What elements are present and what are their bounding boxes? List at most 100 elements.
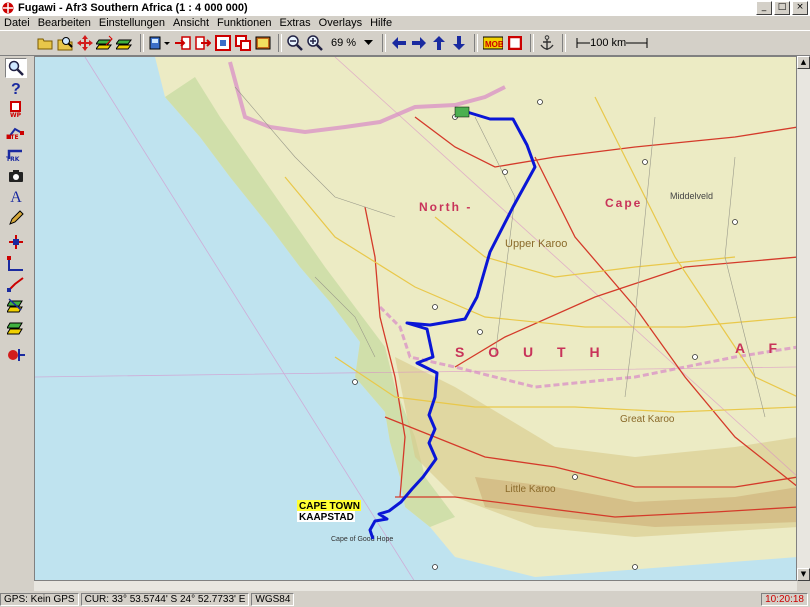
menu-datei[interactable]: Datei — [0, 17, 34, 29]
zoom-in-button[interactable] — [306, 34, 324, 52]
mob-icon: MOB — [483, 36, 504, 50]
menu-extras[interactable]: Extras — [275, 17, 314, 29]
folder-icon — [37, 38, 53, 50]
left-tool-palette: ? WP RTE TRK A — [0, 56, 34, 586]
menu-overlays[interactable]: Overlays — [315, 17, 366, 29]
position-dot-icon — [8, 349, 25, 361]
arrow-into-box-icon — [175, 36, 191, 50]
layers-alt-icon — [7, 322, 23, 335]
pan-down-button[interactable] — [450, 34, 468, 52]
route-edit-tool-button[interactable] — [5, 254, 27, 274]
layers-yellow-icon — [96, 35, 113, 50]
menu-ansicht[interactable]: Ansicht — [169, 17, 213, 29]
zoom-out-icon — [287, 35, 303, 51]
cursor-position: CUR: 33° 53.5744' S 24° 52.7733' E — [80, 592, 250, 606]
map-label-great-karoo: Great Karoo — [620, 414, 675, 425]
map-label-upper-karoo: Upper Karoo — [505, 238, 567, 250]
layer-edit-tool-button[interactable] — [5, 318, 27, 338]
zoom-select[interactable]: 69 % — [328, 35, 376, 51]
layers-green-icon — [116, 39, 132, 50]
map-label-north: North - — [419, 200, 472, 214]
window-frame-button[interactable] — [214, 34, 232, 52]
window-title: Fugawi - Afr3 Southern Africa (1 : 4 000… — [18, 2, 248, 14]
main-toolbar: 69 % MOB 100 km — [0, 30, 810, 56]
map-image-icon — [255, 36, 271, 50]
horizontal-scrollbar[interactable] — [34, 581, 797, 591]
map-label-little-karoo: Little Karoo — [505, 484, 556, 495]
scale-label: 100 km — [590, 37, 627, 49]
minimize-button[interactable]: _ — [756, 1, 772, 15]
anchor-button[interactable] — [538, 34, 556, 52]
menu-hilfe[interactable]: Hilfe — [366, 17, 396, 29]
arrow-out-box-icon — [195, 36, 211, 50]
maximize-button[interactable]: □ — [774, 1, 790, 15]
frame-icon — [215, 35, 231, 51]
red-square-icon — [508, 36, 523, 50]
zoom-in-icon — [307, 35, 323, 51]
route-layer-button[interactable] — [116, 34, 134, 52]
mob-button[interactable]: MOB — [482, 34, 504, 52]
map-label-cape-good-hope: Cape of Good Hope — [331, 536, 393, 543]
svg-text:MOB: MOB — [485, 40, 503, 49]
position-tool-button[interactable] — [5, 344, 27, 364]
pan-left-button[interactable] — [390, 34, 408, 52]
gps-device-icon — [149, 36, 170, 50]
arrow-up-icon — [433, 36, 446, 50]
map-label-cape: Cape — [605, 196, 642, 210]
transfer-from-gps-button[interactable] — [194, 34, 212, 52]
map-canvas[interactable]: North - Cape Upper Karoo S O U T H A F M… — [34, 56, 797, 581]
stop-button[interactable] — [506, 34, 524, 52]
scroll-up-arrow[interactable]: ▲ — [797, 56, 810, 69]
status-bar: GPS: Kein GPS CUR: 33° 53.5744' S 24° 52… — [0, 591, 810, 607]
pan-right-button[interactable] — [410, 34, 428, 52]
magnifier-folder-icon — [57, 37, 73, 51]
track-start-marker — [454, 106, 470, 118]
zoom-tool-button[interactable] — [5, 58, 27, 78]
title-bar: Fugawi - Afr3 Southern Africa (1 : 4 000… — [0, 0, 810, 16]
move-point-tool-button[interactable] — [5, 232, 27, 252]
close-button[interactable]: × — [792, 1, 808, 15]
arrow-left-icon — [392, 37, 407, 49]
svg-text:?: ? — [11, 81, 21, 97]
vertical-scrollbar[interactable]: ▲ ▼ — [797, 56, 810, 581]
route-line-tool-button[interactable] — [5, 274, 27, 294]
arrow-right-icon — [412, 37, 427, 49]
zoom-out-button[interactable] — [286, 34, 304, 52]
map-label-south: S O U T H — [455, 344, 610, 360]
fugawi-app-icon — [2, 2, 14, 14]
map-svg: North - Cape Upper Karoo S O U T H A F M… — [35, 57, 796, 580]
menu-bar: Datei Bearbeiten Einstellungen Ansicht F… — [0, 16, 810, 30]
camera-tool-button[interactable] — [5, 166, 27, 186]
scale-left-tick-icon — [576, 38, 591, 48]
question-mark-icon: ? — [11, 81, 21, 97]
anchor-icon — [540, 35, 554, 50]
map-image-button[interactable] — [254, 34, 272, 52]
menu-bearbeiten[interactable]: Bearbeiten — [34, 17, 95, 29]
text-tool-glyph: A — [10, 189, 22, 206]
menu-funktionen[interactable]: Funktionen — [213, 17, 275, 29]
draw-tool-button[interactable] — [5, 208, 27, 228]
pan-button[interactable] — [76, 34, 94, 52]
layer-tool-button[interactable] — [5, 296, 27, 316]
layers-icon — [7, 298, 23, 313]
info-tool-button[interactable]: ? — [5, 78, 27, 98]
map-label-south-af: A F — [735, 340, 787, 356]
gps-device-button[interactable] — [148, 34, 172, 52]
transfer-to-gps-button[interactable] — [174, 34, 192, 52]
tile-frame-button[interactable] — [234, 34, 252, 52]
trk-label: TRK — [6, 156, 20, 163]
rte-label: RTE — [6, 134, 19, 141]
zoom-value: 69 % — [331, 37, 357, 49]
move-arrows-icon — [77, 35, 93, 51]
text-tool-button[interactable]: A — [5, 188, 27, 208]
menu-einstellungen[interactable]: Einstellungen — [95, 17, 169, 29]
scale-bar: 100 km — [576, 37, 648, 49]
waypoint-layer-button[interactable] — [96, 34, 114, 52]
scroll-down-arrow[interactable]: ▼ — [797, 568, 810, 581]
map-label-middelveld: Middelveld — [670, 191, 713, 201]
find-map-button[interactable] — [56, 34, 74, 52]
move-point-icon — [9, 235, 23, 249]
pan-up-button[interactable] — [430, 34, 448, 52]
open-map-button[interactable] — [36, 34, 54, 52]
gps-status: GPS: Kein GPS — [0, 592, 79, 606]
